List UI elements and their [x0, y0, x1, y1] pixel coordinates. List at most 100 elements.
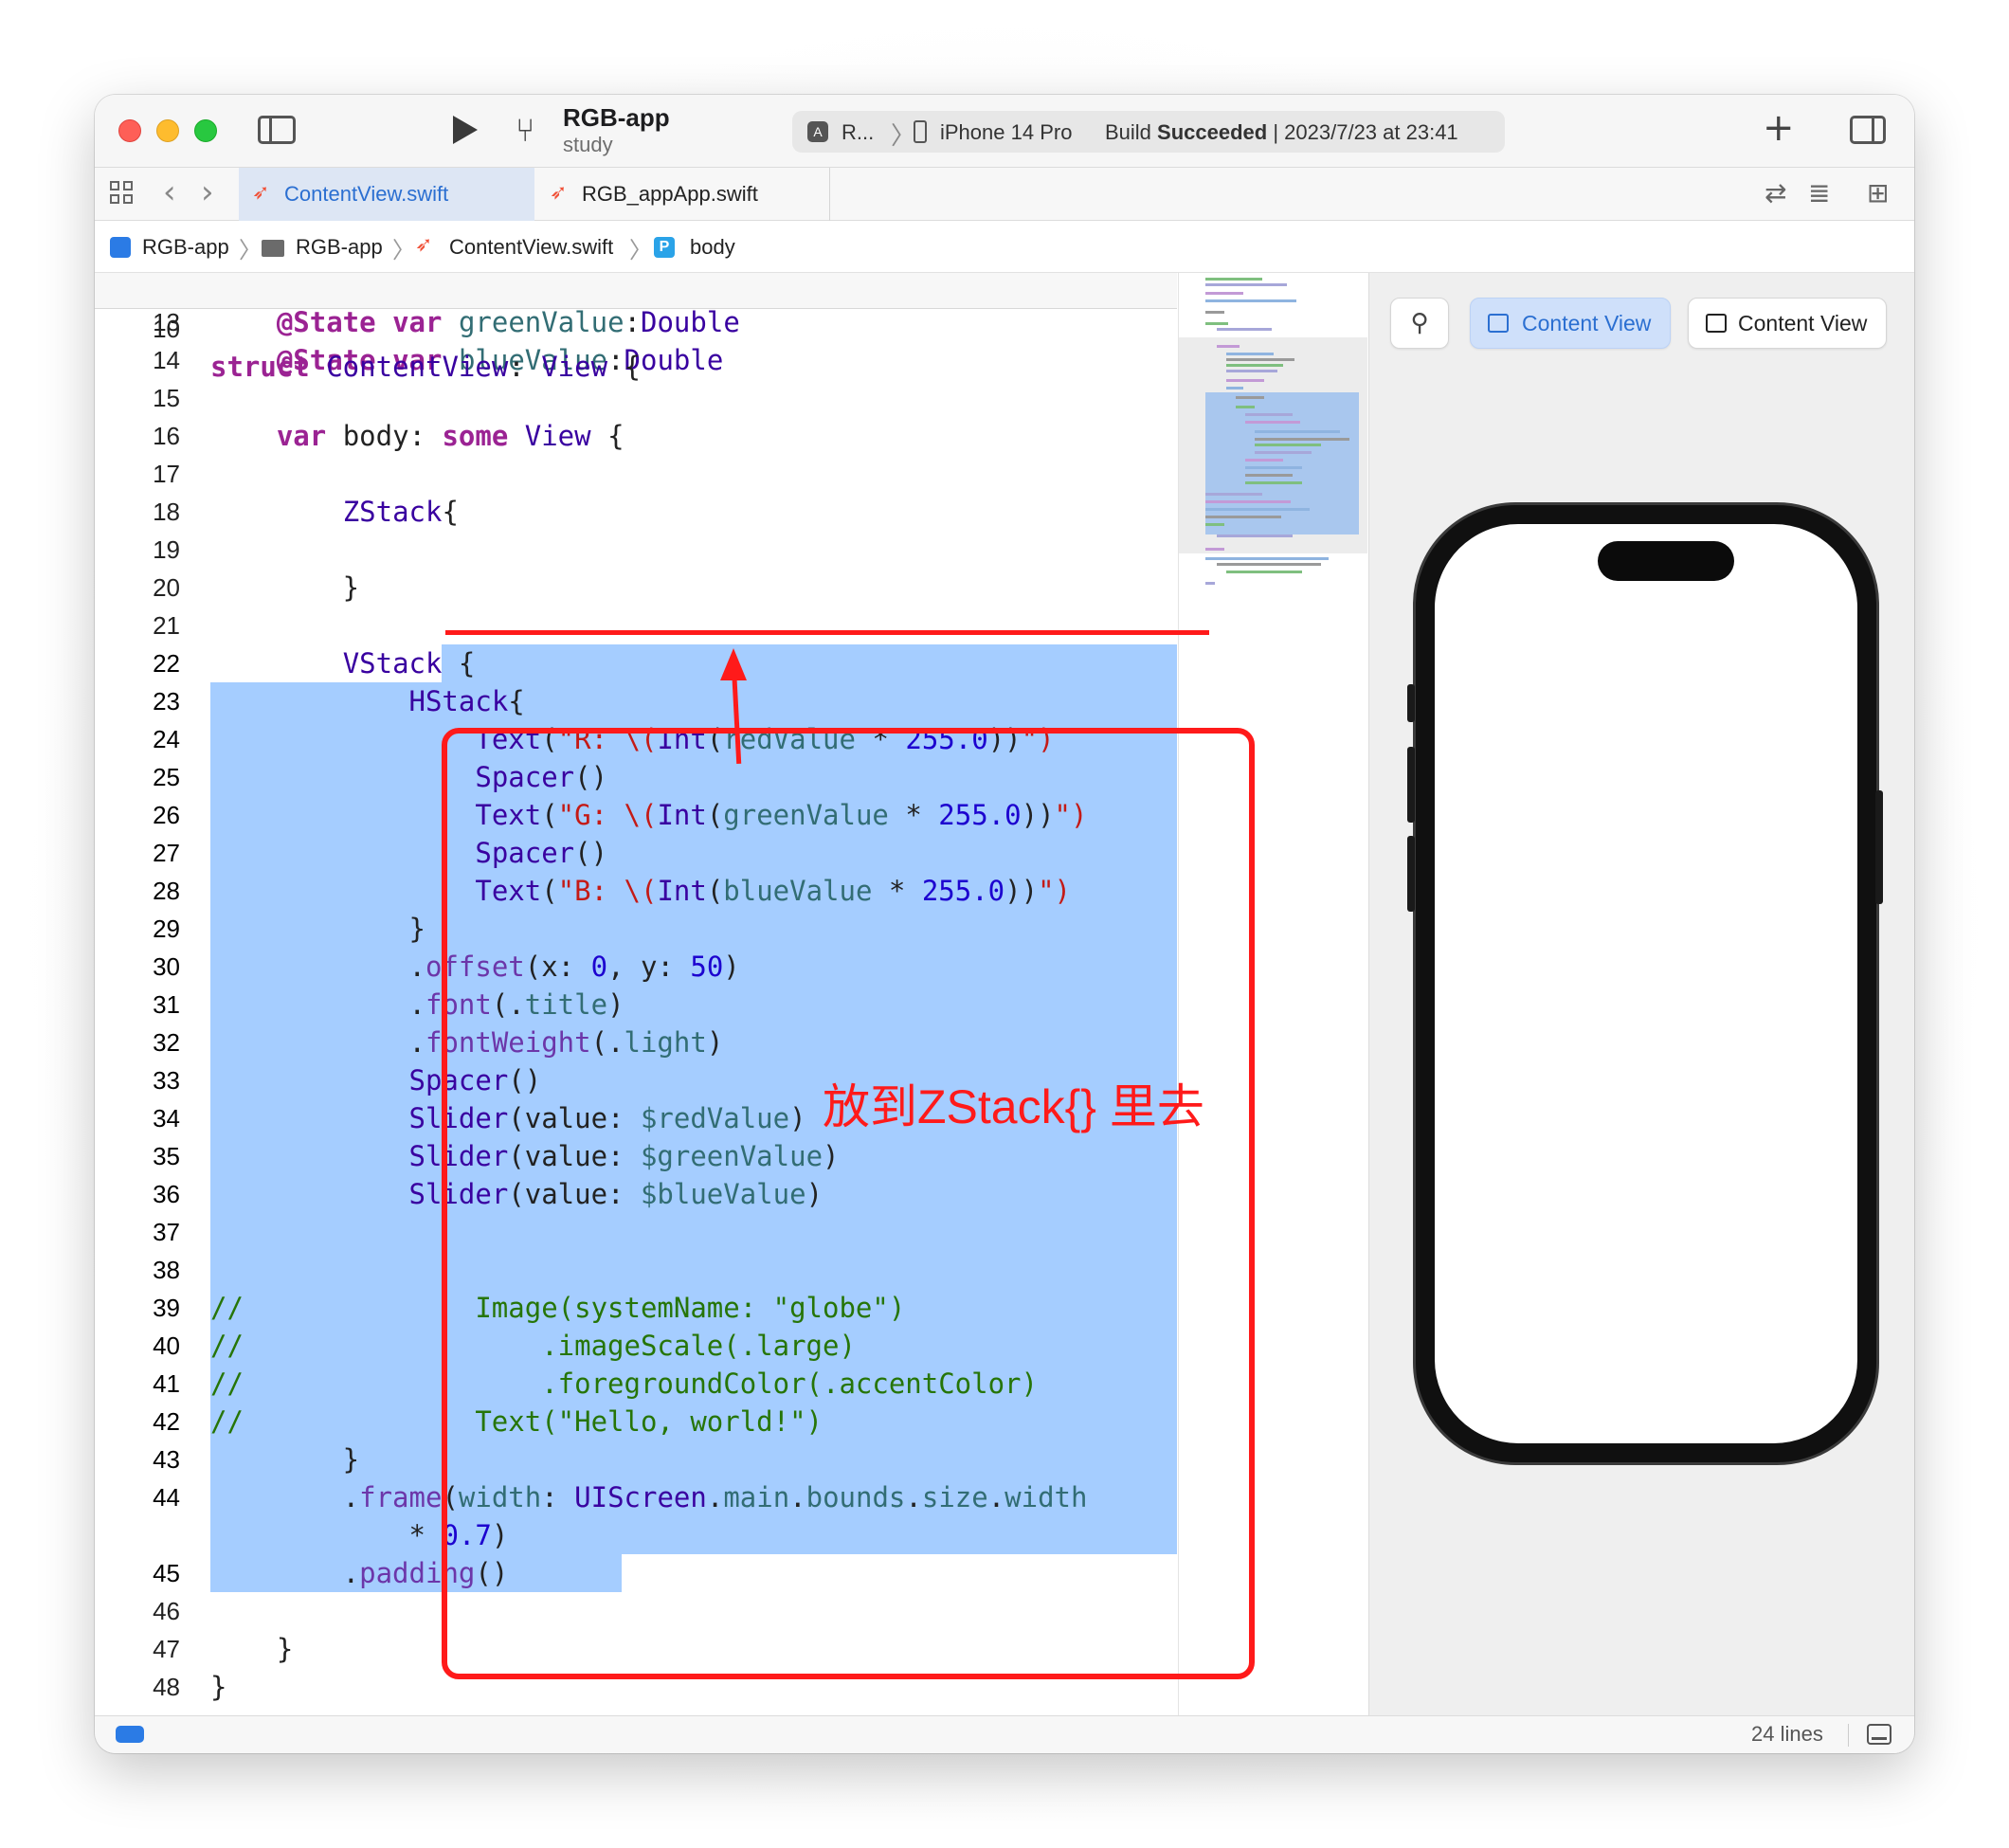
tab-label: ContentView.swift	[284, 182, 449, 206]
minimap-line	[1205, 278, 1262, 281]
iphone-icon	[914, 120, 927, 143]
activity-status-bar[interactable]: A R... 〉 iPhone 14 Pro Build Succeeded |…	[792, 111, 1505, 153]
minimap-line	[1236, 406, 1255, 408]
divider	[1848, 1724, 1849, 1747]
breadcrumb-folder[interactable]: RGB-app	[296, 235, 383, 260]
code-line[interactable]: 17	[95, 455, 1177, 493]
xcode-window: ⑂ RGB-app study A R... 〉 iPhone 14 Pro B…	[95, 95, 1914, 1753]
minimap-line	[1205, 311, 1224, 314]
preview-tab-content-view-2[interactable]: Content View	[1688, 298, 1887, 349]
code-text: HStack{	[408, 685, 525, 717]
tab-rgb-appapp-swift[interactable]: ➶ RGB_appApp.swift	[536, 168, 830, 221]
forward-arrow-icon[interactable]: ›	[201, 173, 214, 211]
minimap-line	[1205, 500, 1291, 503]
inspector-toggle-icon[interactable]	[1850, 116, 1886, 144]
back-arrow-icon[interactable]: ‹	[163, 173, 176, 211]
minimap-line	[1245, 421, 1300, 424]
branch-icon[interactable]: ⑂	[516, 112, 534, 150]
breadcrumb-file[interactable]: ContentView.swift	[449, 235, 613, 260]
preview-tab-content-view[interactable]: Content View	[1470, 298, 1671, 349]
editor-options-icon[interactable]: ≣	[1808, 177, 1830, 208]
run-icon[interactable]	[453, 116, 478, 144]
annotation-note: 放到ZStack{} 里去	[823, 1080, 1204, 1133]
minimap-line	[1226, 379, 1264, 382]
plus-icon[interactable]: +	[1763, 106, 1795, 150]
code-line[interactable]: 20 }	[95, 569, 1177, 607]
minimap-line	[1205, 299, 1296, 302]
line-number: 19	[153, 535, 180, 564]
minimap-line	[1205, 493, 1262, 496]
folder-icon	[262, 240, 284, 257]
property-icon: P	[654, 237, 675, 258]
code-text: }	[210, 571, 360, 604]
toolbar: ⑂ RGB-app study A R... 〉 iPhone 14 Pro B…	[95, 95, 1914, 168]
project-name: RGB-app	[563, 103, 670, 132]
minimap-line	[1245, 474, 1293, 477]
line-number: 35	[153, 1142, 180, 1170]
swap-arrows-icon[interactable]: ⇄	[1765, 177, 1786, 208]
line-number: 29	[153, 915, 180, 943]
sidebar-toggle-icon[interactable]	[258, 116, 296, 144]
code-line[interactable]: 16 var body: some View {	[95, 417, 1177, 455]
minimap-line	[1205, 557, 1329, 560]
code-line[interactable]: 22 VStack {	[95, 644, 1177, 682]
line-number: 32	[153, 1028, 180, 1057]
minimap-line	[1245, 466, 1302, 469]
line-number: 47	[153, 1635, 180, 1663]
tab-contentview-swift[interactable]: ➶ ContentView.swift	[239, 168, 534, 221]
phone-volume-up	[1407, 747, 1415, 823]
add-editor-icon[interactable]: ⊞	[1867, 177, 1889, 208]
code-line[interactable]: 23 HStack{	[95, 682, 1177, 720]
minimap-line	[1217, 534, 1293, 537]
chevron-right-icon: 〉	[239, 238, 262, 263]
pin-icon[interactable]: ⚲	[1390, 298, 1449, 349]
preview-canvas: ⚲ Content View Content View ⬚ ⠿ ⊜ ⊙	[1368, 273, 1914, 1753]
line-number: 24	[153, 725, 180, 753]
minimap-line	[1205, 516, 1281, 518]
line-number: 10	[153, 315, 180, 343]
debug-status-bar: 24 lines	[95, 1715, 1914, 1753]
minimize-window-button[interactable]	[156, 119, 179, 142]
line-number: 31	[153, 990, 180, 1019]
code-line[interactable]: 18 ZStack{	[95, 493, 1177, 531]
line-number: 28	[153, 877, 180, 905]
preview-tab-label: Content View	[1738, 311, 1868, 335]
minimap-line	[1226, 370, 1277, 372]
chevron-right-icon: 〉	[392, 238, 415, 263]
debug-area-toggle-icon[interactable]	[1867, 1724, 1891, 1745]
close-window-button[interactable]	[118, 119, 141, 142]
line-number: 30	[153, 952, 180, 981]
code-line[interactable]: 19	[95, 531, 1177, 569]
run-destination-selector[interactable]: iPhone 14 Pro	[940, 120, 1072, 145]
minimap-line	[1217, 563, 1321, 566]
app-project-icon	[110, 237, 131, 258]
breakpoints-toggle-icon[interactable]	[116, 1726, 144, 1743]
code-text: }	[210, 913, 425, 945]
code-text: }	[210, 1633, 294, 1665]
iphone-preview-screen[interactable]	[1435, 524, 1857, 1443]
build-status-word: Succeeded	[1157, 120, 1268, 144]
code-text: struct ContentView: View {	[210, 351, 641, 383]
breadcrumb-project[interactable]: RGB-app	[142, 235, 229, 260]
line-number: 34	[153, 1104, 180, 1132]
zoom-window-button[interactable]	[194, 119, 217, 142]
minimap-line	[1226, 571, 1302, 573]
breadcrumb-symbol[interactable]: body	[690, 235, 735, 260]
annotation-underline	[445, 630, 1209, 635]
minimap-line	[1226, 364, 1283, 367]
dynamic-island	[1598, 541, 1734, 581]
scheme-selector[interactable]: R...	[842, 120, 874, 145]
minimap-line	[1226, 358, 1294, 361]
related-items-grid-icon[interactable]	[110, 181, 135, 206]
minimap-line	[1255, 444, 1321, 446]
line-number: 18	[153, 498, 180, 526]
line-number: 43	[153, 1445, 180, 1474]
minimap-line	[1205, 292, 1243, 295]
minimap-line	[1205, 283, 1287, 286]
minimap-line	[1205, 582, 1215, 585]
minimap-line	[1205, 523, 1224, 526]
code-line[interactable]: 21	[95, 607, 1177, 644]
line-count: 24 lines	[1751, 1722, 1823, 1746]
phone-side-button	[1407, 684, 1415, 722]
project-subtitle: study	[563, 133, 613, 156]
